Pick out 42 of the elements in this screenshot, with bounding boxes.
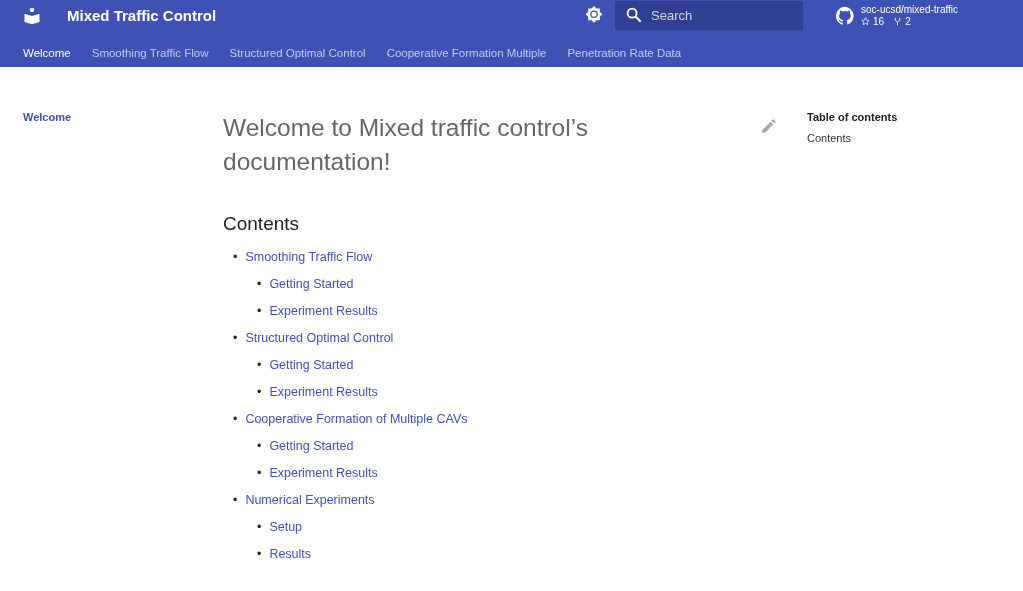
book-logo-icon[interactable] xyxy=(23,6,41,25)
toc-item[interactable]: Contents xyxy=(807,132,852,144)
nav-tab[interactable]: Cooperative Formation Multiple xyxy=(386,41,547,59)
bullet: • xyxy=(233,411,238,428)
toc-title: Table of contents xyxy=(807,111,898,123)
bullet: • xyxy=(257,465,262,482)
toc-link[interactable]: Cooperative Formation of Multiple CAVs xyxy=(245,411,468,428)
bullet: • xyxy=(233,249,238,266)
toc-link[interactable]: Experiment Results xyxy=(269,303,378,320)
section-heading: Contents xyxy=(223,213,301,235)
star-icon xyxy=(861,17,870,26)
github-icon xyxy=(835,5,855,26)
toc-link[interactable]: Results xyxy=(269,546,312,563)
toc-link[interactable]: Experiment Results xyxy=(269,465,378,482)
bullet: • xyxy=(257,438,262,455)
nav-tab[interactable]: Penetration Rate Data xyxy=(567,41,682,59)
toc-link[interactable]: Getting Started xyxy=(269,276,354,293)
repository-link[interactable]: soc-ucsd/mixed-traffic 16 2 xyxy=(835,3,1023,28)
nav-tab[interactable]: Welcome xyxy=(23,41,71,59)
fork-icon xyxy=(893,17,903,26)
bullet: • xyxy=(257,519,262,536)
bullet: • xyxy=(257,546,262,563)
search-icon xyxy=(625,6,643,24)
toc-link[interactable]: Smoothing Traffic Flow xyxy=(245,249,373,266)
bullet: • xyxy=(257,276,262,293)
nav-tab[interactable]: Smoothing Traffic Flow xyxy=(91,41,209,59)
toc-link[interactable]: Structured Optimal Control xyxy=(245,330,394,347)
bullet: • xyxy=(257,303,262,320)
bullet: • xyxy=(257,357,262,374)
toc-link[interactable]: Setup xyxy=(269,519,303,536)
toc-link[interactable]: Numerical Experiments xyxy=(245,492,375,509)
nav-tab[interactable]: Structured Optimal Control xyxy=(229,41,366,59)
search-field[interactable]: Search xyxy=(615,1,803,30)
sidebar-item[interactable]: Welcome xyxy=(23,111,223,123)
site-title[interactable]: Mixed Traffic Control xyxy=(67,7,217,24)
toc-link[interactable]: Experiment Results xyxy=(269,384,378,401)
bullet: • xyxy=(233,492,238,509)
bullet: • xyxy=(233,330,238,347)
page-title: Welcome to Mixed traffic control’s documentation! xyxy=(223,113,589,177)
toc-link[interactable]: Getting Started xyxy=(269,438,354,455)
bullet: • xyxy=(257,384,262,401)
toc-link[interactable]: Getting Started xyxy=(269,357,354,374)
